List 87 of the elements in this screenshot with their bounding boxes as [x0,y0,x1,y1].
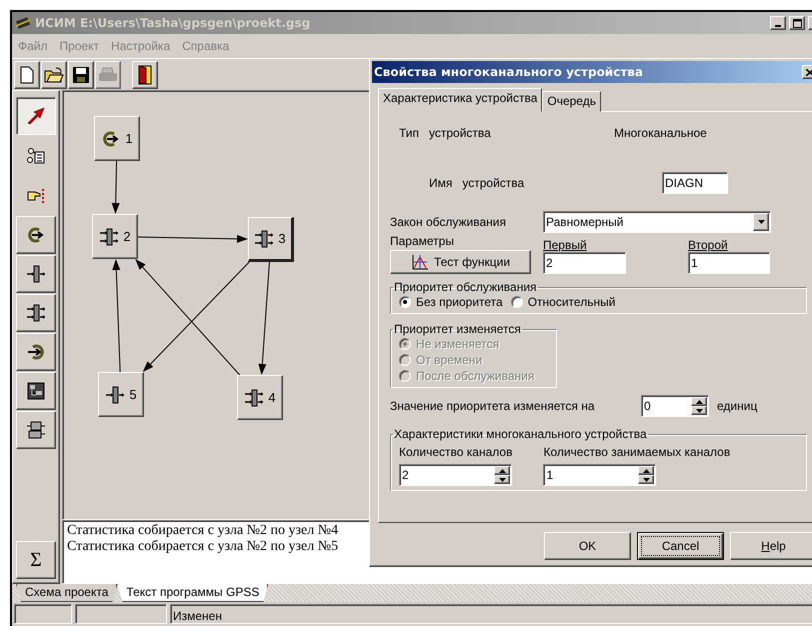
new-document-icon [19,66,35,84]
dialog-tab[interactable]: Характеристика устройства [378,88,542,112]
sum-button[interactable]: Σ [16,541,56,579]
group-title: Приоритет изменяется [393,322,522,336]
device-icon [26,264,46,284]
field-value: Многоканальное [614,126,707,140]
radio-button[interactable] [399,296,411,308]
field-label: Параметры [390,234,455,248]
field-label: Количество занимаемых каналов [543,445,730,459]
spin-down-icon[interactable] [691,406,707,415]
radio-button[interactable] [510,296,523,308]
node-label: 3 [278,231,286,246]
stacked-blocks-icon [26,420,46,440]
generator-icon [26,226,46,244]
field-label: Имя устройства [429,176,526,190]
field-label: Тип устройства [399,126,492,140]
door-icon [138,64,152,84]
multichannel-device-icon [244,388,264,408]
field-label: Первый [543,238,588,252]
node-label: 4 [268,390,276,405]
multichannel-device-icon [254,228,274,248]
schema-icon [26,145,46,165]
dialog-title: Свойства многоканального устройства [374,65,644,79]
radio-label: От времени [416,352,482,366]
node-label: 1 [125,131,133,146]
minimize-icon[interactable] [770,16,786,30]
pointer-arrow-icon [26,106,46,126]
generator-icon [101,130,122,148]
field-label: Второй [688,238,729,252]
diagram-node[interactable]: 1 [94,116,140,161]
radio-label: Не изменяется [416,336,500,350]
spin-up-icon[interactable] [691,397,707,406]
node-label: 5 [129,387,137,402]
diagram-node[interactable]: 4 [237,375,283,420]
group-title: Приоритет обслуживания [393,280,538,294]
status-text: Изменен [173,610,222,623]
diagram-node[interactable]: 2 [92,214,138,259]
toolbar-button[interactable] [14,60,40,88]
bottom-tab[interactable]: Схема проекта [16,584,118,602]
spin-field[interactable]: 0 [641,395,709,417]
dropdown-field[interactable]: Равномерный [543,211,771,233]
log-line: Статистика собирается с узла №2 по узел №5 [67,539,338,555]
spin-field[interactable]: 1 [543,464,656,486]
toolbar-button[interactable] [68,60,94,88]
dialog-tab[interactable]: Очередь [542,91,601,112]
dialog-button[interactable]: OK [544,532,631,560]
spin-field[interactable]: 2 [399,464,512,486]
log-line: Статистика собирается с узла №2 по узел №4 [67,523,338,539]
printer-icon [98,66,118,82]
radio-label: Без приоритета [416,294,503,308]
maximize-icon[interactable] [789,16,805,30]
folder-icon [44,66,64,82]
connector-arrow [112,160,120,214]
units-label: единиц [717,399,758,413]
field-label: Закон обслуживания [390,215,507,229]
dropdown-caret-icon[interactable] [753,213,769,231]
toolbar-button[interactable] [41,60,67,88]
group-title: Характеристики многоканального устройства [393,427,648,441]
pointing-hand-icon [26,186,46,204]
bottom-tab[interactable]: Текст программы GPSS [117,584,268,602]
palette-tool[interactable] [16,97,56,135]
multichannel-device-icon [99,226,120,246]
field-label: Значение приоритета изменяется на [390,399,596,413]
spin-up-icon[interactable] [638,466,654,475]
parameter-field[interactable]: 2 [543,252,626,274]
status-panel [14,604,72,624]
chart-icon [410,254,429,270]
parameter-field[interactable]: 1 [688,252,770,274]
test-function-button[interactable]: Тест функции [390,250,531,274]
radio-label: Относительный [528,294,616,308]
radio-label: После обслуживания [416,368,534,382]
field-label: Количество каналов [399,445,512,459]
spin-down-icon[interactable] [494,475,510,484]
dialog-button[interactable]: Help [730,532,812,560]
name-field[interactable]: DIAGN [662,172,728,194]
device-icon [105,384,126,404]
spin-up-icon[interactable] [494,466,510,475]
toolbar-button[interactable] [132,60,158,88]
diagram-node[interactable]: 3 [248,217,294,262]
dialog-button[interactable]: Cancel [637,532,724,560]
multichannel-device-icon [26,303,46,323]
node-label: 2 [123,229,131,244]
spin-down-icon[interactable] [638,475,654,484]
terminator-icon [26,343,46,361]
diagram-node[interactable]: 5 [98,372,144,417]
block-icon [26,381,46,401]
window-title: ИСИМ E:\Users\Tasha\gpsgen\proekt.gsg [35,16,312,30]
